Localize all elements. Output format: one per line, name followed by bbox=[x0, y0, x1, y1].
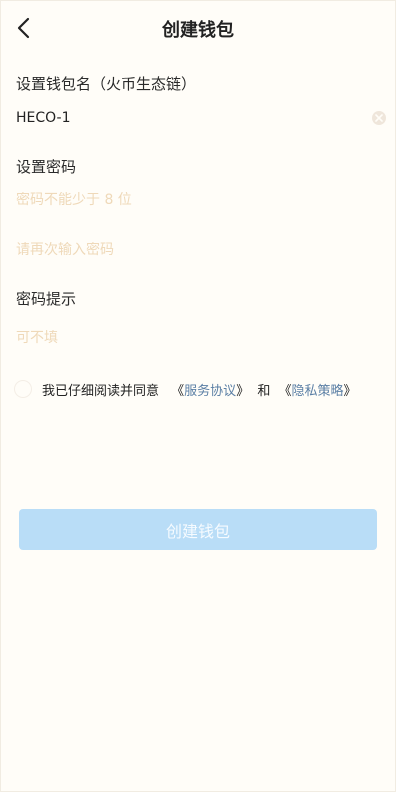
confirm-password-input[interactable] bbox=[16, 242, 380, 258]
quote-close-2: 》 bbox=[343, 383, 357, 399]
password-hint-field-wrapper bbox=[16, 324, 380, 352]
password-input[interactable] bbox=[16, 192, 380, 208]
agreement-text: 我已仔细阅读并同意 《服务协议》 和 《隐私策略》 bbox=[42, 380, 357, 399]
service-agreement-link[interactable]: 服务协议 bbox=[184, 384, 236, 399]
quote-open-2: 《 bbox=[278, 383, 292, 399]
header: 创建钱包 bbox=[0, 0, 396, 56]
wallet-name-label: 设置钱包名（火币生态链） bbox=[16, 75, 197, 93]
agree-checkbox[interactable] bbox=[14, 380, 32, 398]
password-field-wrapper bbox=[16, 186, 380, 214]
password-hint-input[interactable] bbox=[16, 330, 380, 346]
password-label: 设置密码 bbox=[16, 158, 77, 176]
page-title: 创建钱包 bbox=[162, 20, 234, 41]
privacy-policy-link[interactable]: 隐私策略 bbox=[292, 384, 344, 399]
wallet-name-input[interactable] bbox=[16, 110, 380, 126]
password-hint-label: 密码提示 bbox=[16, 290, 77, 308]
quote-open-1: 《 bbox=[171, 383, 185, 399]
agreement-row: 我已仔细阅读并同意 《服务协议》 和 《隐私策略》 bbox=[14, 378, 357, 400]
confirm-password-field-wrapper bbox=[16, 236, 380, 264]
create-wallet-button[interactable]: 创建钱包 bbox=[19, 509, 377, 550]
clear-button[interactable] bbox=[372, 111, 386, 125]
quote-close-1: 》 bbox=[236, 383, 250, 399]
clear-icon bbox=[375, 114, 383, 122]
agreement-and: 和 bbox=[257, 383, 271, 399]
wallet-name-field-wrapper bbox=[16, 104, 386, 132]
agreement-prefix: 我已仔细阅读并同意 bbox=[42, 383, 160, 399]
